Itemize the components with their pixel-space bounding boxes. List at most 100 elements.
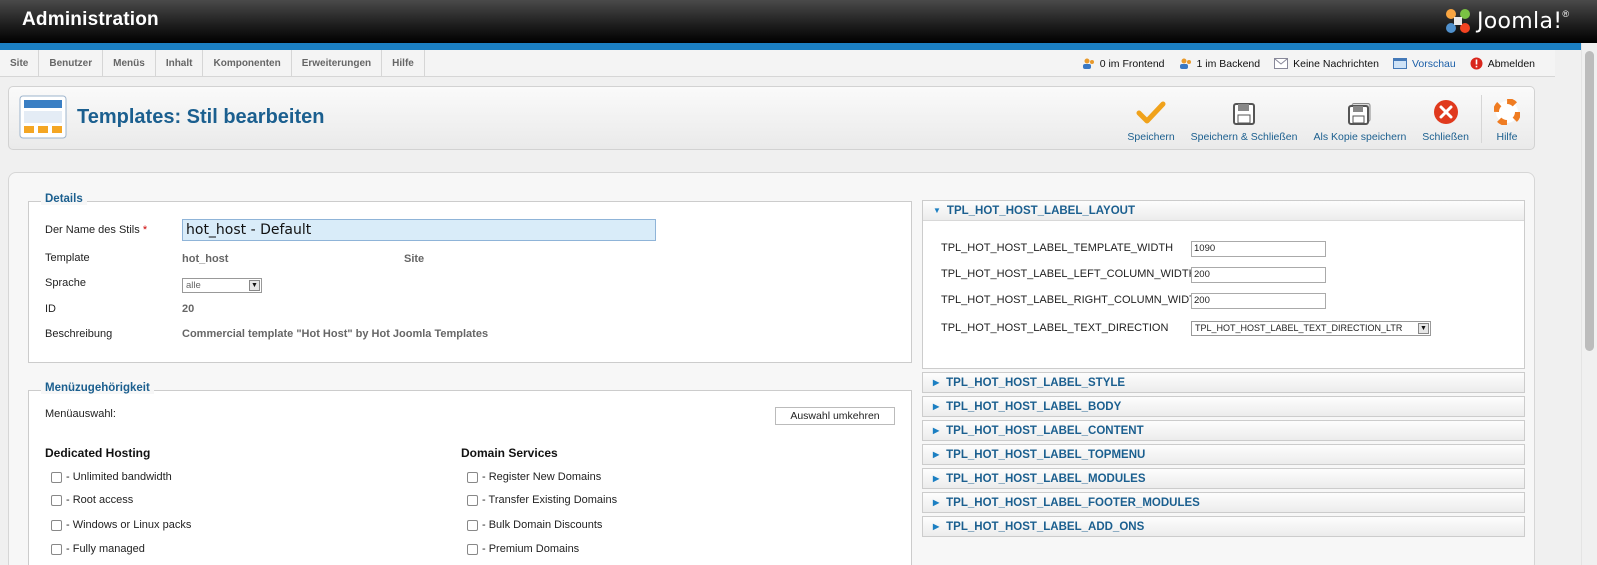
content-panel-toggle[interactable]: ▶ TPL_HOT_HOST_LABEL_CONTENT	[922, 420, 1525, 441]
header-accent-bar	[0, 43, 1597, 50]
footer-modules-panel-toggle[interactable]: ▶ TPL_HOT_HOST_LABEL_FOOTER_MODULES	[922, 492, 1525, 513]
admin-menu-bar: Site Benutzer Menüs Inhalt Komponenten E…	[0, 50, 1555, 77]
menu-column-title: Dedicated Hosting	[45, 446, 151, 460]
help-button[interactable]: Hilfe	[1481, 95, 1528, 143]
menu-item-checkbox[interactable]: - Register New Domains	[467, 471, 601, 483]
style-name-label: Der Name des Stils *	[45, 224, 148, 236]
checkbox[interactable]	[467, 494, 478, 506]
users-icon	[1082, 58, 1094, 69]
menu-item-checkbox[interactable]: - Bulk Domain Discounts	[467, 519, 602, 531]
chevron-down-icon: ▼	[249, 280, 260, 291]
menu-item-checkbox[interactable]: - Transfer Existing Domains	[467, 494, 617, 506]
text-direction-select[interactable]: TPL_HOT_HOST_LABEL_TEXT_DIRECTION_LTR ▼	[1191, 321, 1431, 336]
templates-page-icon	[19, 95, 67, 139]
backend-users: 1 im Backend	[1179, 58, 1260, 70]
floppy-disk-icon	[1233, 103, 1256, 125]
save-close-button[interactable]: Speichern & Schließen	[1183, 95, 1306, 143]
checkbox[interactable]	[51, 471, 62, 483]
menu-item-components[interactable]: Komponenten	[203, 50, 292, 77]
right-column-width-input[interactable]: 200	[1191, 293, 1326, 309]
logout-link[interactable]: Abmelden	[1470, 57, 1535, 70]
invert-selection-button[interactable]: Auswahl umkehren	[775, 407, 895, 425]
template-value: hot_host	[182, 253, 229, 265]
triangle-right-icon: ▶	[933, 378, 940, 387]
description-value: Commercial template "Hot Host" by Hot Jo…	[182, 328, 489, 340]
menu-item-checkbox[interactable]: - Root access	[51, 494, 133, 506]
lifebuoy-icon	[1494, 99, 1520, 125]
left-column-width-label: TPL_HOT_HOST_LABEL_LEFT_COLUMN_WIDTH	[941, 268, 1191, 280]
details-fieldset: Details Der Name des Stils * hot_host - …	[28, 193, 912, 363]
frontend-users: 0 im Frontend	[1082, 58, 1165, 70]
header-title: Administration	[22, 9, 159, 30]
details-legend: Details	[41, 193, 87, 205]
triangle-right-icon: ▶	[933, 522, 940, 531]
scrollbar-thumb[interactable]	[1585, 51, 1594, 351]
menu-item-menus[interactable]: Menüs	[103, 50, 156, 77]
triangle-down-icon: ▼	[933, 206, 941, 215]
joomla-logo-icon	[1446, 9, 1470, 33]
template-label: Template	[45, 252, 90, 264]
menu-assignment-legend: Menüzugehörigkeit	[41, 382, 154, 394]
add-ons-panel-toggle[interactable]: ▶ TPL_HOT_HOST_LABEL_ADD_ONS	[922, 516, 1525, 537]
checkbox[interactable]	[51, 519, 62, 531]
checkbox[interactable]	[51, 494, 62, 506]
close-button[interactable]: Schließen	[1414, 95, 1477, 143]
triangle-right-icon: ▶	[933, 450, 940, 459]
checkmark-icon	[1136, 101, 1166, 124]
menu-item-checkbox[interactable]: - Unlimited bandwidth	[51, 471, 172, 483]
logo-text: Joomla!	[1477, 8, 1563, 34]
logo-trademark: ®	[1562, 9, 1569, 19]
triangle-right-icon: ▶	[933, 426, 940, 435]
preview-icon	[1392, 58, 1407, 69]
menu-item-help[interactable]: Hilfe	[382, 50, 425, 77]
menu-item-content[interactable]: Inhalt	[156, 50, 204, 77]
left-column-width-input[interactable]: 200	[1191, 267, 1326, 283]
floppy-disk-copy-icon	[1347, 103, 1371, 125]
toolbar: Templates: Stil bearbeiten Speichern Spe…	[8, 86, 1535, 150]
save-button[interactable]: Speichern	[1119, 95, 1182, 143]
toolbar-actions: Speichern Speichern & Schließen Als Kopi…	[1119, 95, 1528, 143]
template-params-accordion: ▼ TPL_HOT_HOST_LABEL_LAYOUT TPL_HOT_HOST_…	[922, 200, 1525, 537]
description-label: Beschreibung	[45, 328, 113, 340]
logout-icon	[1470, 57, 1483, 70]
language-select[interactable]: alle ▼	[182, 278, 262, 293]
triangle-right-icon: ▶	[933, 498, 940, 507]
layout-panel-toggle[interactable]: ▼ TPL_HOT_HOST_LABEL_LAYOUT	[923, 201, 1524, 221]
modules-panel-toggle[interactable]: ▶ TPL_HOT_HOST_LABEL_MODULES	[922, 468, 1525, 489]
template-width-input[interactable]: 1090	[1191, 241, 1326, 257]
preview-link[interactable]: Vorschau	[1392, 58, 1456, 70]
checkbox[interactable]	[467, 471, 478, 483]
messages-status[interactable]: Keine Nachrichten	[1274, 58, 1379, 70]
language-label: Sprache	[45, 277, 86, 289]
menu-assignment-fieldset: Menüzugehörigkeit Menüauswahl: Auswahl u…	[28, 382, 912, 565]
menu-item-site[interactable]: Site	[0, 50, 40, 77]
checkbox[interactable]	[467, 543, 478, 555]
menu-item-users[interactable]: Benutzer	[39, 50, 104, 77]
id-value: 20	[182, 303, 195, 315]
checkbox[interactable]	[467, 519, 478, 531]
triangle-right-icon: ▶	[933, 474, 940, 483]
menu-item-checkbox[interactable]: - Fully managed	[51, 543, 145, 555]
text-direction-label: TPL_HOT_HOST_LABEL_TEXT_DIRECTION	[941, 322, 1169, 334]
style-panel-toggle[interactable]: ▶ TPL_HOT_HOST_LABEL_STYLE	[922, 372, 1525, 393]
users-icon	[1179, 58, 1191, 69]
required-marker: *	[142, 224, 148, 236]
close-icon	[1433, 100, 1458, 124]
menu-item-checkbox[interactable]: - Windows or Linux packs	[51, 519, 191, 531]
checkbox[interactable]	[51, 543, 62, 555]
topmenu-panel-toggle[interactable]: ▶ TPL_HOT_HOST_LABEL_TOPMENU	[922, 444, 1525, 465]
template-width-label: TPL_HOT_HOST_LABEL_TEMPLATE_WIDTH	[941, 242, 1174, 254]
admin-header: Administration Joomla! ®	[0, 0, 1597, 43]
style-name-input[interactable]: hot_host - Default	[182, 219, 656, 241]
right-column-width-label: TPL_HOT_HOST_LABEL_RIGHT_COLUMN_WIDTH	[941, 294, 1191, 306]
content-panel: Details Der Name des Stils * hot_host - …	[8, 172, 1535, 565]
menu-column-title: Domain Services	[461, 446, 558, 460]
page-scrollbar[interactable]	[1581, 43, 1597, 565]
client-value: Site	[404, 253, 425, 265]
menu-item-checkbox[interactable]: - Premium Domains	[467, 543, 579, 555]
page-title: Templates: Stil bearbeiten	[77, 106, 325, 128]
body-panel-toggle[interactable]: ▶ TPL_HOT_HOST_LABEL_BODY	[922, 396, 1525, 417]
save-copy-button[interactable]: Als Kopie speichern	[1305, 95, 1414, 143]
menu-item-extensions[interactable]: Erweiterungen	[292, 50, 383, 77]
id-label: ID	[45, 303, 56, 315]
